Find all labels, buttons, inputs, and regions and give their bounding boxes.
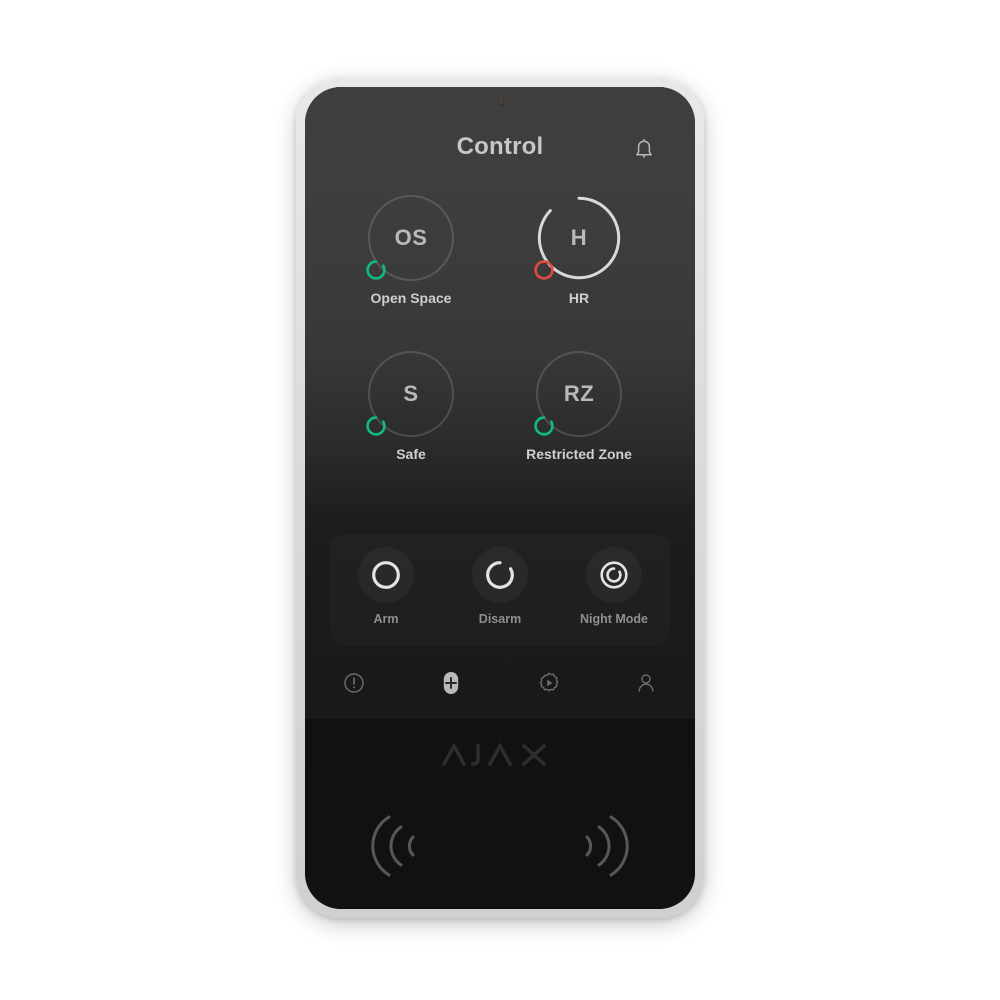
nav-item-profile[interactable] — [598, 657, 696, 709]
rfid-wave-right-icon — [579, 815, 631, 877]
alarm-circle-icon — [531, 257, 557, 283]
disarm-arc-icon — [363, 257, 389, 283]
add-plus-icon — [440, 670, 462, 696]
bell-icon[interactable] — [629, 135, 659, 165]
mode-button-row: Arm Disarm Night Mode — [329, 534, 671, 646]
group-name: Open Space — [370, 290, 452, 306]
user-profile-icon — [635, 672, 657, 694]
disarm-arc-icon — [531, 413, 557, 439]
group-name: HR — [568, 290, 590, 306]
group-ring-wrap: S — [366, 351, 454, 437]
group-ring-wrap: OS — [366, 195, 454, 281]
disarm-button[interactable]: Disarm — [443, 534, 557, 646]
night-mode-button[interactable]: Night Mode — [557, 534, 671, 646]
disarm-arc-icon — [363, 413, 389, 439]
arm-circle-icon — [358, 547, 414, 603]
group-safe[interactable]: S Safe — [331, 351, 491, 462]
group-restricted-zone[interactable]: RZ Restricted Zone — [499, 351, 659, 462]
mode-panel: Arm Disarm Night Mode — [329, 534, 671, 646]
group-hr[interactable]: H HR — [499, 195, 659, 306]
group-ring-wrap: RZ — [534, 351, 622, 437]
group-open-space[interactable]: OS Open Space — [331, 195, 491, 306]
nav-item-scenarios[interactable] — [500, 657, 598, 709]
rfid-wave-left-icon — [369, 815, 421, 877]
bottom-nav — [305, 657, 695, 709]
group-grid: OS Open Space H HR S Safe RZ Restricted … — [305, 195, 695, 485]
mode-label: Night Mode — [579, 612, 649, 626]
arm-button[interactable]: Arm — [329, 534, 443, 646]
group-name: Restricted Zone — [526, 446, 632, 462]
night-mode-icon — [586, 547, 642, 603]
group-name: Safe — [396, 446, 426, 462]
ajax-logo — [305, 739, 695, 771]
scenario-gear-play-icon — [537, 671, 561, 695]
device-inner-shell: Control OS Open Space H HR S Safe RZ Res… — [305, 87, 695, 909]
screen-header: Control — [305, 133, 695, 169]
ajax-keypad-device: Control OS Open Space H HR S Safe RZ Res… — [296, 78, 704, 918]
nav-item-add[interactable] — [403, 657, 501, 709]
proximity-sensor-dot — [498, 99, 505, 106]
band-separator — [305, 717, 695, 718]
nav-item-alerts[interactable] — [305, 657, 403, 709]
screenshot-stage: Control OS Open Space H HR S Safe RZ Res… — [0, 0, 1000, 1000]
mode-label: Arm — [373, 612, 399, 626]
rfid-reader-zone[interactable] — [305, 797, 695, 909]
disarm-arc-icon — [472, 547, 528, 603]
mode-label: Disarm — [478, 612, 522, 626]
device-screen: Control OS Open Space H HR S Safe RZ Res… — [305, 87, 695, 717]
logo-and-reader-band — [305, 717, 695, 909]
alert-exclamation-icon — [343, 672, 365, 694]
group-ring-wrap: H — [534, 195, 622, 281]
